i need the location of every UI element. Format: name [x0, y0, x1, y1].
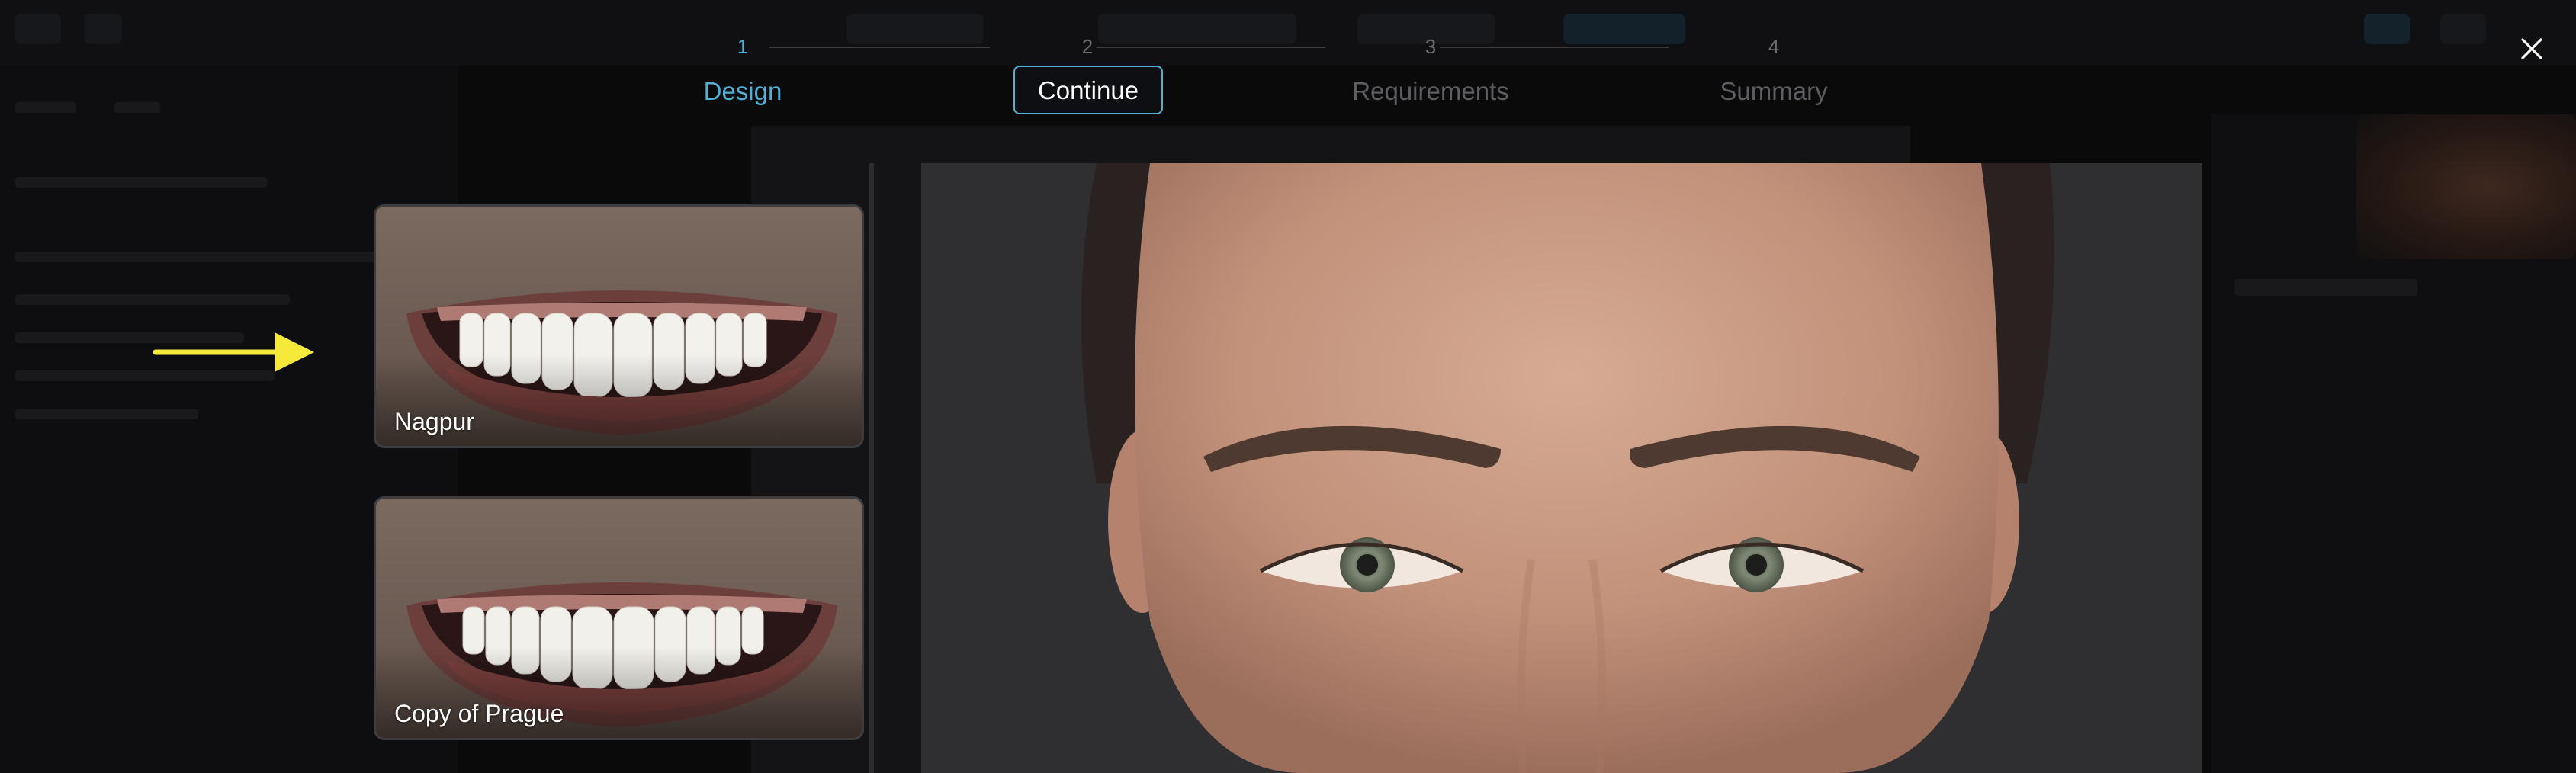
- background-logo: [15, 14, 61, 44]
- background-text: [15, 252, 381, 262]
- step-label: Summary: [1720, 77, 1828, 105]
- continue-button[interactable]: Continue: [1013, 66, 1163, 114]
- background-text: [2234, 279, 2417, 296]
- step-number: 1: [737, 35, 749, 58]
- wizard-stepper: 1 Design 2 3 Requirements 4 Summary: [686, 30, 1906, 114]
- step-number: 2: [1081, 35, 1094, 58]
- background-text: [15, 102, 76, 113]
- step-design[interactable]: 1 Design: [628, 30, 857, 114]
- arrow-right-icon: [153, 328, 320, 377]
- design-card-label: Nagpur: [394, 408, 474, 435]
- background-menu: [84, 14, 122, 44]
- design-card-label: Copy of Prague: [394, 700, 564, 727]
- design-card-copy-of-prague[interactable]: Copy of Prague: [374, 496, 864, 740]
- background-icon: [2364, 14, 2410, 44]
- step-summary[interactable]: 4 Summary: [1659, 30, 1888, 114]
- close-icon[interactable]: [2517, 34, 2547, 64]
- step-number: 3: [1425, 35, 1437, 58]
- patient-face-photo: [921, 163, 2202, 773]
- panel-divider[interactable]: [869, 163, 874, 773]
- design-card-nagpur[interactable]: Nagpur: [374, 204, 864, 448]
- background-thumbnail: [2356, 114, 2576, 259]
- background-text: [114, 102, 160, 113]
- step-requirements[interactable]: 3 Requirements: [1316, 30, 1545, 114]
- background-text: [15, 409, 198, 419]
- background-icon: [2440, 14, 2486, 44]
- step-label: Requirements: [1352, 77, 1509, 105]
- design-wizard-overlay: 1 Design 2 3 Requirements 4 Summary Cont…: [0, 0, 2576, 773]
- step-number: 4: [1768, 35, 1780, 58]
- background-text: [15, 177, 267, 188]
- background-text: [15, 294, 290, 305]
- step-label: Design: [703, 77, 782, 105]
